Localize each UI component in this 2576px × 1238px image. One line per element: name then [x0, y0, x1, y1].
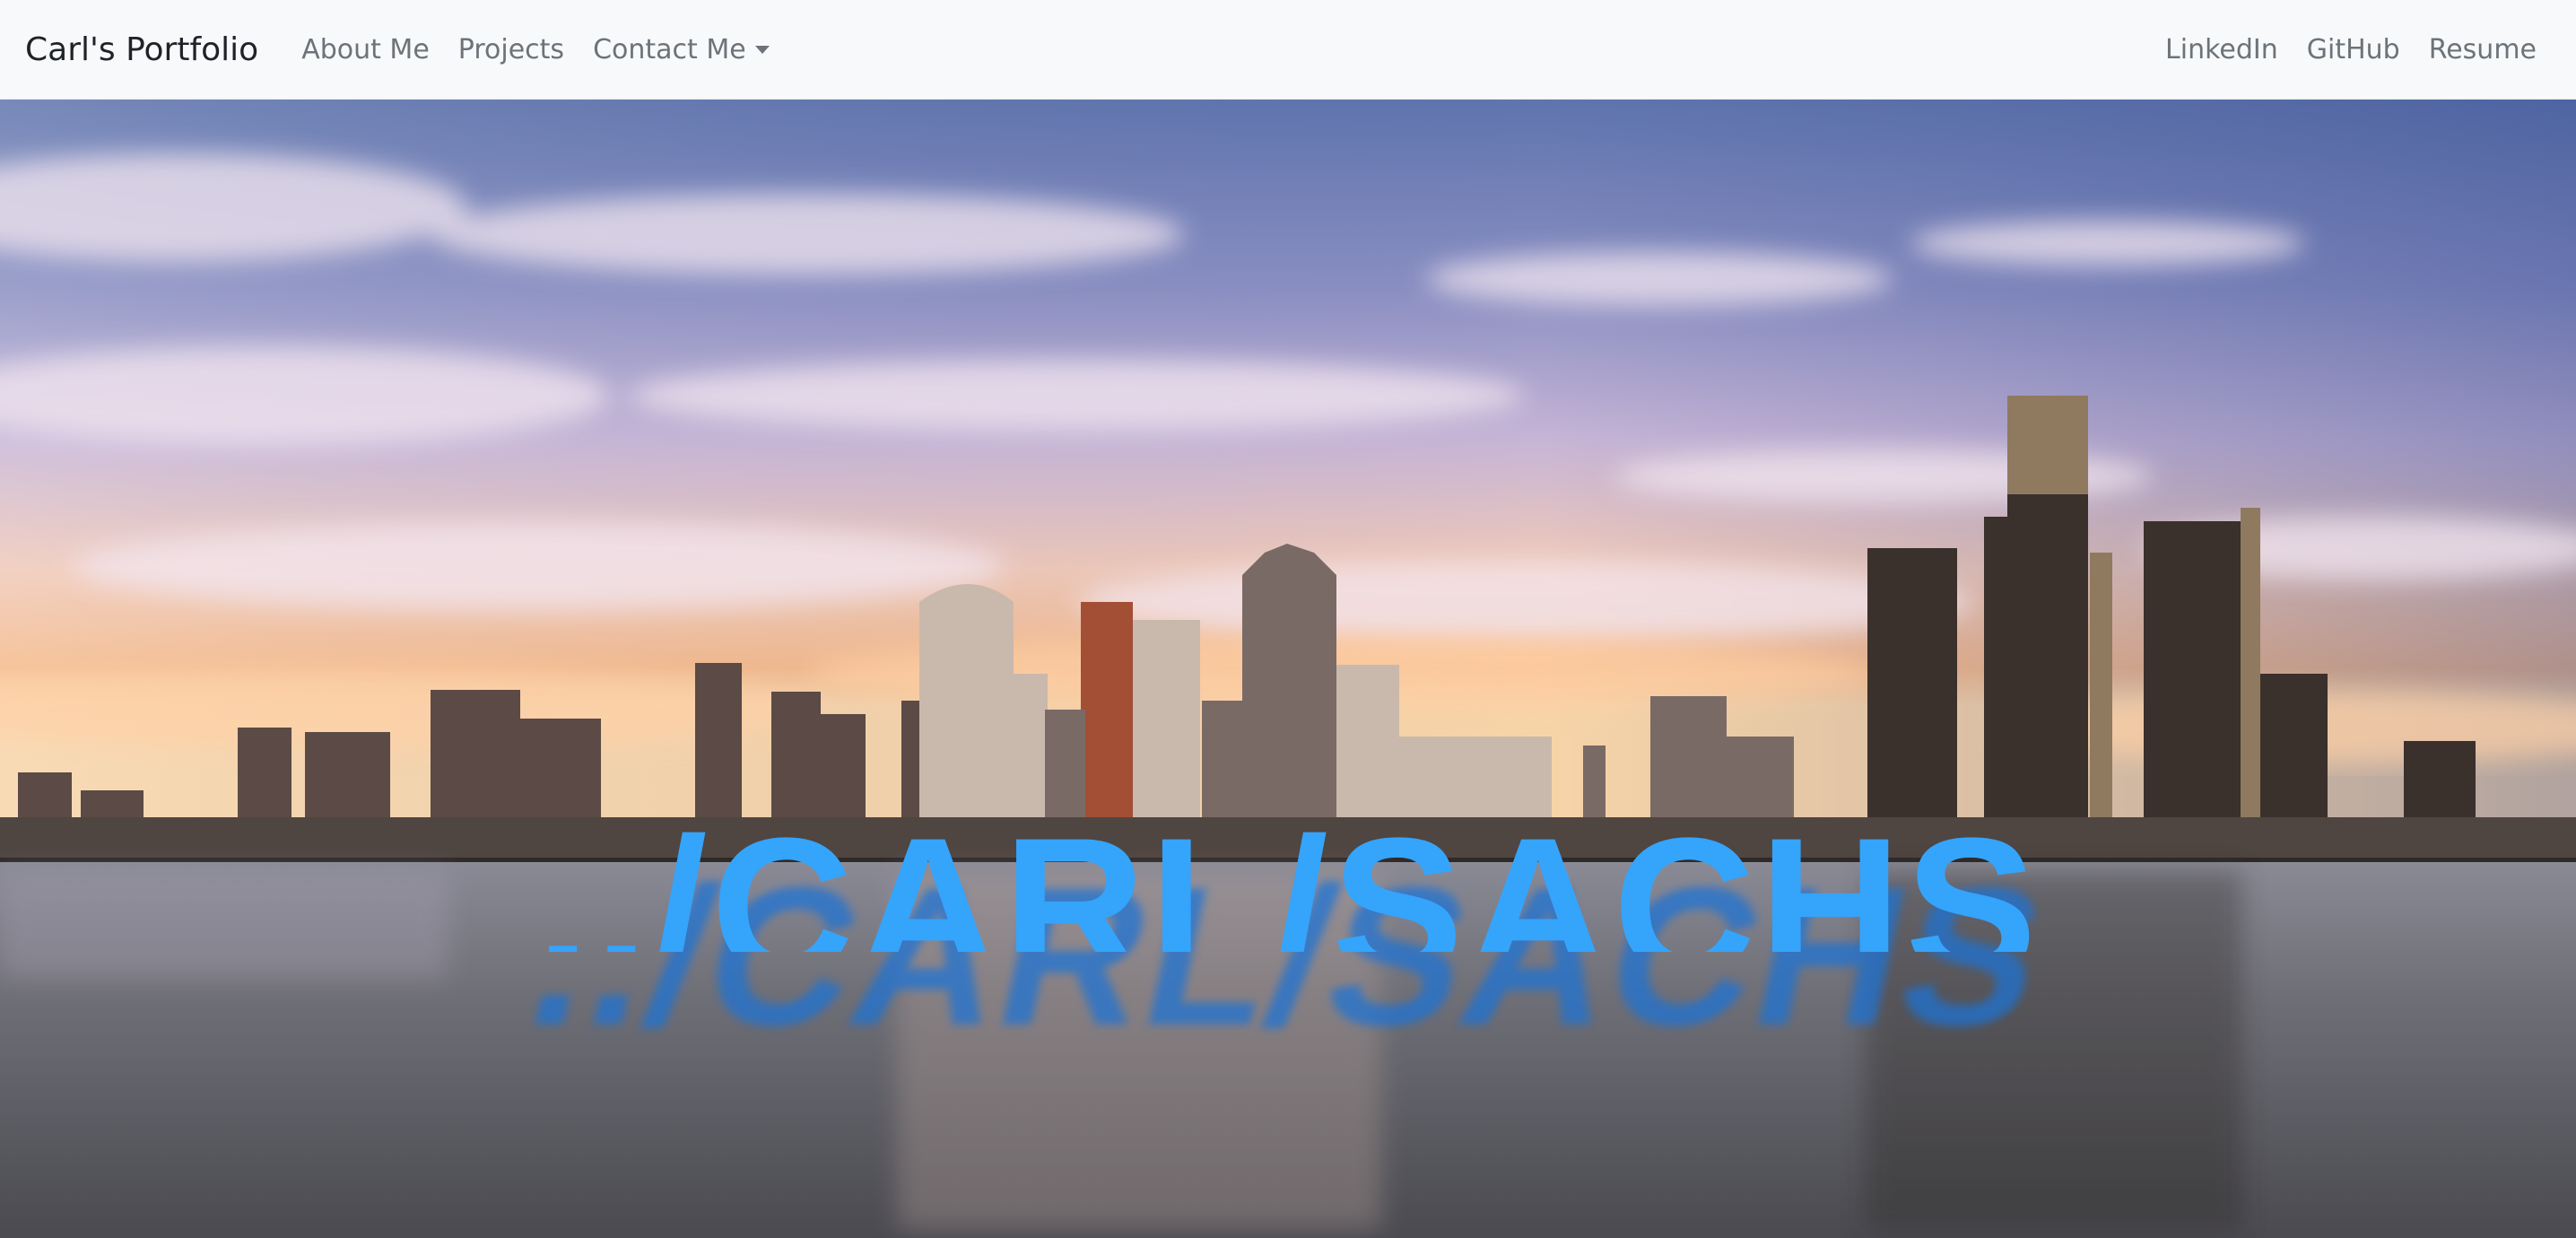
- nav-right: LinkedIn GitHub Resume: [2151, 34, 2551, 65]
- navbar: Carl's Portfolio About Me Projects Conta…: [0, 0, 2576, 100]
- nav-resume[interactable]: Resume: [2415, 34, 2551, 65]
- nav-contact-me-dropdown[interactable]: Contact Me: [579, 34, 784, 65]
- nav-contact-me-label: Contact Me: [593, 33, 746, 65]
- nav-projects[interactable]: Projects: [444, 34, 579, 65]
- hero-section: ../CARL/SACHS ../CARL/SACHS: [0, 100, 2576, 1238]
- city-skyline-photo: [0, 100, 2576, 1238]
- caret-down-icon: [754, 45, 770, 54]
- nav-left: About Me Projects Contact Me: [287, 34, 783, 65]
- brand-link[interactable]: Carl's Portfolio: [25, 31, 258, 68]
- nav-about-me[interactable]: About Me: [287, 34, 444, 65]
- hero-headline: ../CARL/SACHS: [535, 808, 2041, 952]
- nav-linkedin[interactable]: LinkedIn: [2151, 34, 2293, 65]
- nav-github[interactable]: GitHub: [2293, 34, 2415, 65]
